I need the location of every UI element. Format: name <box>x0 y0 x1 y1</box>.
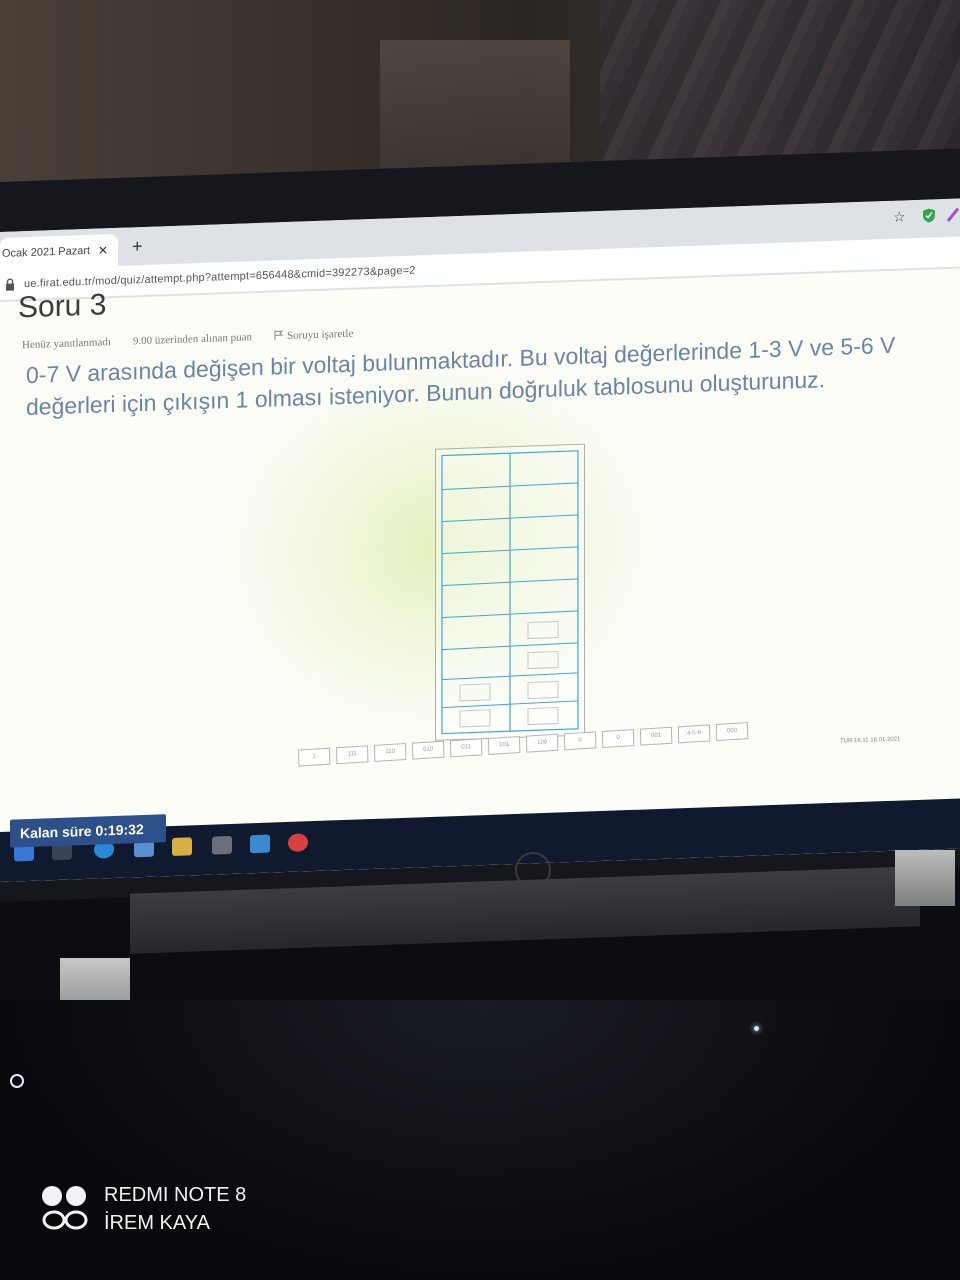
status-led <box>754 1026 759 1031</box>
points-text: 9.00 üzerinden alınan puan <box>132 331 253 348</box>
lock-icon <box>6 278 14 291</box>
power-icon <box>10 1074 24 1088</box>
new-tab-button[interactable]: + <box>132 236 143 257</box>
laptop-screen: Ocak 2021 Pazart ✕ + ☆ ue.firat.edu.tr/m… <box>0 198 960 882</box>
shield-extension-icon[interactable] <box>922 207 936 223</box>
answer-chip[interactable]: 010 <box>411 740 445 760</box>
remaining-time-badge: Kalan süre 0:19:32 <box>10 814 166 848</box>
app-icon[interactable] <box>212 835 232 855</box>
answer-chip[interactable]: 111 <box>335 745 369 765</box>
answer-chip[interactable]: 1 <box>298 747 331 767</box>
answer-status: Henüz yanıtlanmadı <box>22 336 111 352</box>
tab-close-icon[interactable]: ✕ <box>98 243 108 257</box>
folder-icon[interactable] <box>172 837 192 856</box>
answer-chip[interactable]: 001 <box>639 726 673 746</box>
answer-chip[interactable]: 000 <box>715 722 749 742</box>
question-header: Soru 3 <box>18 288 107 325</box>
laptop-keyboard <box>0 1000 960 1280</box>
flag-icon <box>274 330 284 341</box>
timer-label: Kalan süre <box>20 822 92 842</box>
timer-value: 0:19:32 <box>95 820 144 839</box>
address-bar[interactable]: ue.firat.edu.tr/mod/quiz/attempt.php?att… <box>0 236 960 300</box>
bookmark-star-icon[interactable]: ☆ <box>893 208 906 225</box>
system-tray: TUR 16:11 18.01.2021 <box>840 737 900 745</box>
truth-table-grid <box>441 450 579 735</box>
answer-chip[interactable]: 110 <box>373 742 407 762</box>
url-text: ue.firat.edu.tr/mod/quiz/attempt.php?att… <box>24 264 416 291</box>
chrome-icon[interactable] <box>288 833 308 852</box>
tray-date: 18.01.2021 <box>870 736 901 744</box>
watermark-device: REDMI NOTE 8 <box>104 1184 247 1206</box>
tray-lang: TUR <box>840 738 853 745</box>
hinge-right <box>895 850 955 906</box>
flag-question-link[interactable]: Soruyu işaretle <box>274 327 375 343</box>
tab-title: Ocak 2021 Pazart <box>2 244 90 260</box>
pen-extension-icon[interactable] <box>946 206 960 222</box>
answer-chip[interactable]: 011 <box>449 738 483 758</box>
watermark-author: İREM KAYA <box>104 1212 210 1234</box>
truth-table-drop-area[interactable] <box>435 443 585 741</box>
mail-icon[interactable] <box>250 834 270 854</box>
answer-chip[interactable]: 0 <box>563 731 597 751</box>
answer-chip[interactable]: 100 <box>525 733 559 753</box>
answer-chip[interactable]: 101 <box>487 736 521 755</box>
answer-chip[interactable]: 4-5-6 <box>677 724 711 744</box>
tray-time: 16:11 <box>854 737 869 745</box>
dual-camera-icon <box>42 1186 88 1230</box>
flag-label: Soruyu işaretle <box>287 327 354 342</box>
answer-chip[interactable]: 0 <box>601 729 635 749</box>
browser-tab[interactable]: Ocak 2021 Pazart ✕ <box>0 233 118 270</box>
